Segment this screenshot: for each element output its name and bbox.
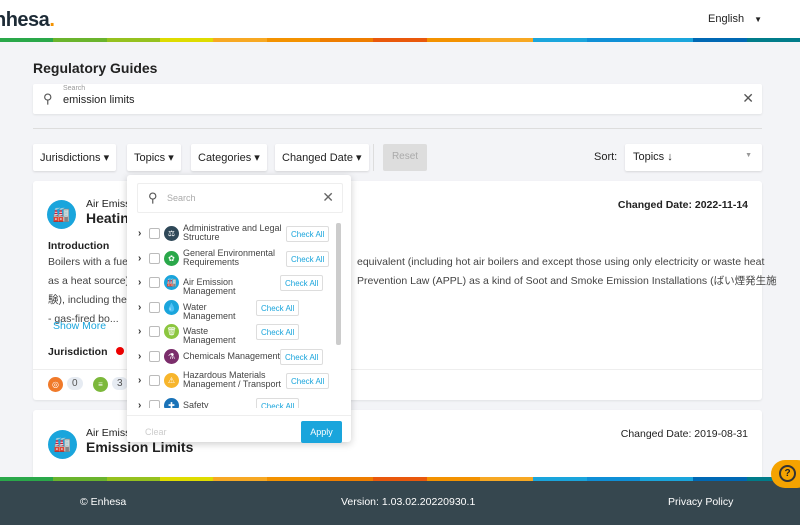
check-all-button[interactable]: Check All <box>286 250 330 267</box>
topic-icon: 💧 <box>164 299 179 315</box>
topic-checkbox[interactable] <box>149 228 160 239</box>
check-all-button[interactable]: Check All <box>286 226 330 242</box>
binoculars-icon: ◎ <box>48 377 63 392</box>
help-icon: ? <box>779 465 796 482</box>
jurisdictions-filter[interactable]: Jurisdictions ▾ <box>33 144 117 171</box>
intro-text-right: equivalent (including hot air boilers an… <box>357 256 777 287</box>
search-icon: ⚲ <box>148 190 158 205</box>
search-input[interactable]: Search ⚲ emission limits ✕ <box>33 84 762 114</box>
chevron-right-icon[interactable]: › <box>138 277 141 288</box>
topic-item[interactable]: › 🏭 Air Emission Management Check All <box>127 272 337 296</box>
chevron-right-icon[interactable]: › <box>138 400 141 409</box>
clear-search-icon[interactable]: ✕ <box>322 189 334 206</box>
sort-label: Sort: <box>594 151 618 163</box>
topic-item[interactable]: › 💧 Water Management Check All <box>127 297 337 321</box>
topic-item[interactable]: › ✿ General Environmental Requirements C… <box>127 248 337 272</box>
caret-down-icon: ▼ <box>745 152 752 159</box>
check-all-button[interactable]: Check All <box>256 299 300 316</box>
footer: © Enhesa Version: 1.03.02.20220930.1 Pri… <box>0 481 800 525</box>
topic-checkbox[interactable] <box>149 301 160 313</box>
topic-icon: ✿ <box>164 250 179 266</box>
topics-filter[interactable]: Topics ▾ <box>127 144 181 171</box>
sort-select[interactable]: Topics ↓ ▼ <box>625 144 762 171</box>
help-button[interactable]: ? <box>771 460 800 488</box>
topic-checkbox[interactable] <box>149 252 160 264</box>
topic-item[interactable]: › ⚖ Administrative and Legal Structure C… <box>127 223 337 247</box>
language-select[interactable]: English ▼ <box>708 13 762 25</box>
check-all-button[interactable]: Check All <box>286 373 330 389</box>
topic-icon: ⚠ <box>164 373 179 388</box>
topic-item[interactable]: › ⚠ Hazardous Materials Management / Tra… <box>127 370 337 394</box>
topic-checkbox[interactable] <box>149 350 160 362</box>
topic-checkbox[interactable] <box>149 277 160 288</box>
topic-item[interactable]: › ✚ Safety Management Check All <box>127 395 337 409</box>
document-icon: ≡ <box>93 377 108 392</box>
topic-icon: 🏭 <box>164 275 179 290</box>
topics-dropdown: ⚲ Search ✕ › ⚖ Administrative and Legal … <box>127 175 351 443</box>
topic-checkbox[interactable] <box>149 399 160 408</box>
topic-icon: ✚ <box>164 397 179 408</box>
result-title[interactable]: Heatin <box>86 210 129 226</box>
japan-flag-icon <box>116 347 124 355</box>
air-emission-icon: 🏭 <box>47 200 76 229</box>
reset-button[interactable]: Reset <box>383 144 427 171</box>
check-all-button[interactable]: Check All <box>256 397 300 408</box>
topic-item[interactable]: › ⚗ Chemicals Management Check All <box>127 346 337 370</box>
topic-item[interactable]: › 🗑 Waste Management Check All <box>127 321 337 345</box>
topic-icon: 🗑 <box>164 324 179 339</box>
topic-checkbox[interactable] <box>149 375 160 386</box>
topics-search-input[interactable]: ⚲ Search ✕ <box>137 183 343 213</box>
check-all-button[interactable]: Check All <box>280 348 324 365</box>
chevron-right-icon[interactable]: › <box>138 228 141 239</box>
chevron-right-icon[interactable]: › <box>138 253 141 264</box>
categories-filter[interactable]: Categories ▾ <box>191 144 267 171</box>
clear-button[interactable]: Clear <box>145 427 167 437</box>
privacy-policy-link[interactable]: Privacy Policy <box>668 496 733 508</box>
chevron-right-icon[interactable]: › <box>138 375 141 386</box>
brand-color-strip <box>0 38 800 42</box>
chevron-right-icon[interactable]: › <box>138 302 141 313</box>
check-all-button[interactable]: Check All <box>280 275 324 291</box>
top-header: nhesa. English▼ <box>0 0 800 38</box>
topic-icon: ⚗ <box>164 348 179 364</box>
topic-checkbox[interactable] <box>149 326 160 337</box>
clear-search-icon[interactable]: ✕ <box>742 90 754 107</box>
caret-down-icon: ▼ <box>754 15 762 24</box>
enhesa-logo[interactable]: nhesa. <box>0 9 55 32</box>
chevron-right-icon[interactable]: › <box>138 351 141 362</box>
show-more-link[interactable]: Show More <box>53 320 106 332</box>
chevron-right-icon[interactable]: › <box>138 326 141 337</box>
page-title: Regulatory Guides <box>33 60 158 76</box>
topic-icon: ⚖ <box>164 226 179 241</box>
search-icon: ⚲ <box>43 91 53 106</box>
divider <box>373 144 374 171</box>
apply-button[interactable]: Apply <box>301 421 342 443</box>
check-all-button[interactable]: Check All <box>256 324 300 340</box>
changed-date-filter[interactable]: Changed Date ▾ <box>275 144 369 171</box>
divider <box>33 128 762 129</box>
intro-text-left: Boilers with a fuel as a heat source) a 験)… <box>48 256 138 325</box>
air-emission-icon: 🏭 <box>48 430 77 459</box>
scrollbar[interactable] <box>336 223 341 345</box>
